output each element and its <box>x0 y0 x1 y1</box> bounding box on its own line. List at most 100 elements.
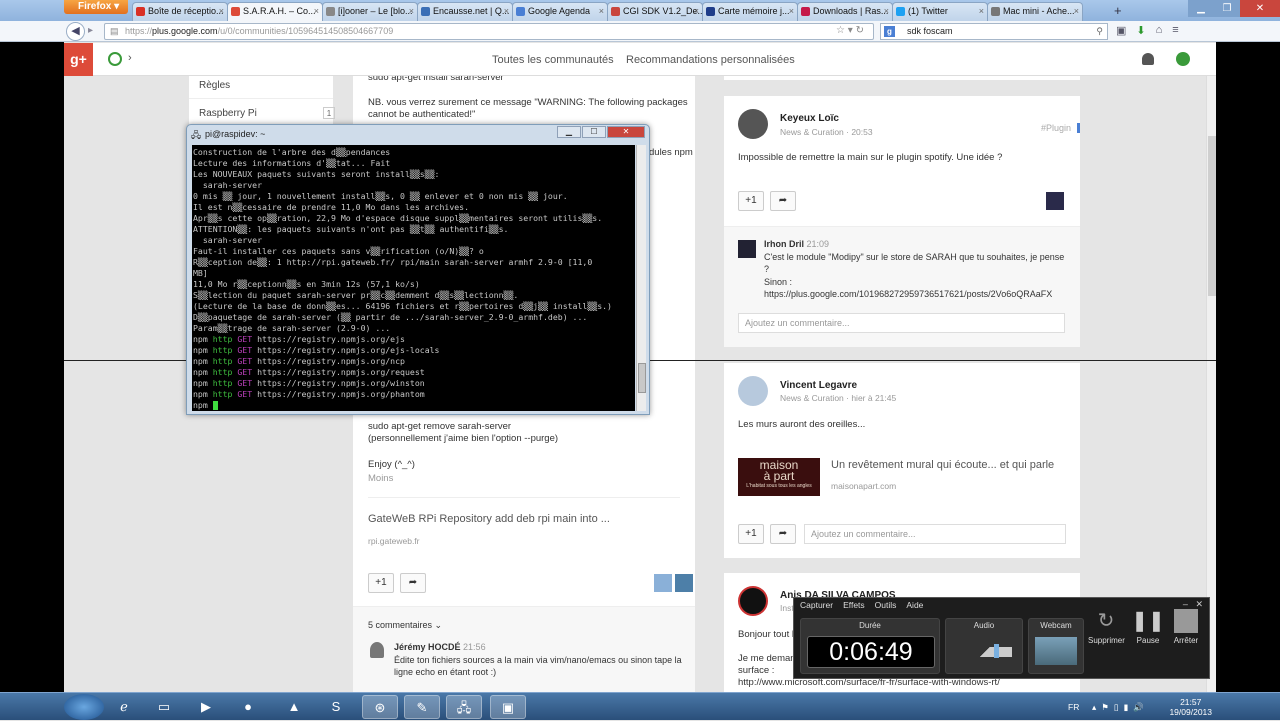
reply-author[interactable]: Irhon Dril 21:09 <box>764 238 829 251</box>
avatar[interactable] <box>738 586 768 616</box>
tab-all-communities[interactable]: Toutes les communautés <box>492 54 614 66</box>
tab-close-icon[interactable]: × <box>314 3 319 20</box>
pause-button[interactable]: ❚❚ Pause <box>1130 606 1166 645</box>
skype-icon[interactable]: S <box>318 695 354 719</box>
home-icon[interactable]: ⌂ <box>1156 24 1163 37</box>
terminal-output[interactable]: Construction de l'arbre des d▒▒pendances… <box>192 145 635 411</box>
tab-4[interactable]: Google Agenda × <box>512 2 608 21</box>
post-author[interactable]: Keyeux Loïc <box>780 113 839 124</box>
delete-button[interactable]: ↻ Supprimer <box>1088 606 1125 645</box>
link-domain[interactable]: maisonapart.com <box>831 481 896 491</box>
tab-close-icon[interactable]: × <box>504 3 509 20</box>
plus-one-button[interactable]: +1 <box>738 191 764 211</box>
link-thumbnail[interactable]: maison à part L'habitat sous tous les an… <box>738 458 820 496</box>
restore-icon[interactable]: ❐ <box>1214 0 1240 17</box>
reload-icon[interactable]: ↻ <box>856 25 864 36</box>
scrollbar-thumb[interactable] <box>638 363 646 393</box>
post-author[interactable]: Vincent Legavre <box>780 380 857 391</box>
recorder-menu-item[interactable]: Outils <box>875 600 897 610</box>
clock[interactable]: 21:57 19/09/2013 <box>1169 697 1212 717</box>
tab-close-icon[interactable]: × <box>884 3 889 20</box>
tab-close-icon[interactable]: × <box>1074 3 1079 20</box>
link-title[interactable]: GateWeB RPi Repository add deb rpi main … <box>368 513 610 525</box>
tray-icons[interactable]: ▴⚑▯▮🔊 <box>1092 702 1149 713</box>
firefox-menu-button[interactable]: Firefox ▾ <box>64 0 128 14</box>
recorder-menu-item[interactable]: Aide <box>906 600 923 610</box>
gplus-logo[interactable]: g+ <box>64 43 93 76</box>
comment-input[interactable]: Ajoutez un commentaire... <box>738 313 1065 333</box>
close-icon[interactable]: ✕ <box>1240 0 1280 17</box>
webcam-preview[interactable] <box>1035 637 1077 665</box>
tab-2[interactable]: [i]ooner – Le [blo... × <box>322 2 418 21</box>
scrollbar-thumb[interactable] <box>1208 136 1216 296</box>
minimize-icon[interactable]: ▁ <box>1188 0 1214 17</box>
avatar[interactable] <box>1046 192 1064 210</box>
new-tab-button[interactable]: + <box>1114 2 1128 19</box>
tab-close-icon[interactable]: × <box>694 3 699 20</box>
recorder-menu-item[interactable]: Effets <box>843 600 865 610</box>
url-bar[interactable]: ▤ https://plus.google.com/u/0/communitie… <box>104 23 874 40</box>
tab-close-icon[interactable]: × <box>219 3 224 20</box>
forward-button[interactable]: ▸ <box>88 25 93 36</box>
comments-toggle[interactable]: 5 commentaires ⌄ <box>368 619 442 631</box>
tab-7[interactable]: Downloads | Ras... × <box>797 2 893 21</box>
tool-icon[interactable]: ✎ <box>404 695 440 719</box>
star-icon[interactable]: ☆ <box>836 25 845 36</box>
tab-3[interactable]: Encausse.net | Q... × <box>417 2 513 21</box>
avatar[interactable] <box>675 574 693 592</box>
share-icon[interactable]: ➦ <box>770 191 796 211</box>
plus-one-button[interactable]: +1 <box>368 573 394 593</box>
putty-taskbar-icon[interactable]: 🖧 <box>446 695 482 719</box>
maximize-icon[interactable]: ☐ <box>582 126 606 138</box>
link-title[interactable]: Un revêtement mural qui écoute... et qui… <box>831 459 1054 472</box>
share-icon[interactable]: ➦ <box>770 524 796 544</box>
tab-close-icon[interactable]: × <box>789 3 794 20</box>
ie-icon[interactable]: ℯ <box>106 695 142 719</box>
avatar[interactable] <box>1176 52 1190 66</box>
firefox-icon[interactable]: ● <box>230 695 266 719</box>
tab-close-icon[interactable]: × <box>979 3 984 20</box>
avatar[interactable] <box>654 574 672 592</box>
globe-icon[interactable] <box>108 52 122 66</box>
tab-close-icon[interactable]: × <box>409 3 414 20</box>
chevron-right-icon[interactable]: › <box>128 52 132 64</box>
vpn-icon[interactable]: ⊛ <box>362 695 398 719</box>
dropdown-icon[interactable]: ▾ <box>848 25 853 36</box>
tag-badge[interactable]: #Plugin <box>1041 123 1080 133</box>
tab-5[interactable]: CGI SDK V1.2_De... × <box>607 2 703 21</box>
tab-recommendations[interactable]: Recommandations personnalisées <box>626 54 795 66</box>
vlc-icon[interactable]: ▲ <box>276 695 312 719</box>
volume-handle[interactable] <box>994 644 999 658</box>
tab-8[interactable]: (1) Twitter × <box>892 2 988 21</box>
comment-author[interactable]: Jérémy HOCDÉ 21:56 <box>394 641 486 653</box>
download-icon[interactable]: ⬇ <box>1136 24 1145 37</box>
sidebar-item-rules[interactable]: Règles <box>199 80 230 91</box>
bell-icon[interactable] <box>1142 53 1154 65</box>
share-icon[interactable]: ➦ <box>400 573 426 593</box>
tab-1[interactable]: S.A.R.A.H. – Co... × <box>227 2 323 21</box>
stop-button[interactable]: Arrêter <box>1168 606 1204 645</box>
tab-0[interactable]: Boîte de réceptio... × <box>132 2 228 21</box>
reply-link[interactable]: https://plus.google.com/1019682729597365… <box>764 288 1052 301</box>
media-player-icon[interactable]: ▶ <box>188 695 224 719</box>
avatar[interactable] <box>738 376 768 406</box>
close-icon[interactable]: ✕ <box>607 126 645 138</box>
menu-icon[interactable]: ≡ <box>1172 24 1178 37</box>
plus-one-button[interactable]: +1 <box>738 524 764 544</box>
tab-6[interactable]: Carte mémoire j... × <box>702 2 798 21</box>
tab-9[interactable]: Mac mini - Ache... × <box>987 2 1083 21</box>
volume-slider[interactable] <box>958 647 1012 657</box>
terminal-window[interactable]: 🖧 pi@raspidev: ~ ▁ ☐ ✕ Construction de l… <box>186 124 650 415</box>
magnifier-icon[interactable]: ⚲ <box>1096 24 1103 39</box>
back-button[interactable]: ◀ <box>66 22 85 41</box>
explorer-icon[interactable]: ▭ <box>146 695 182 719</box>
less-link[interactable]: Moins <box>368 473 393 485</box>
sidebar-item-raspberry-pi[interactable]: Raspberry Pi 1 <box>199 107 335 119</box>
app-icon[interactable]: ▣ <box>490 695 526 719</box>
terminal-scrollbar[interactable] <box>636 145 646 411</box>
recorder-menu-item[interactable]: Capturer <box>800 600 833 610</box>
tab-close-icon[interactable]: × <box>599 3 604 20</box>
comment-input[interactable]: Ajoutez un commentaire... <box>804 524 1066 544</box>
search-input[interactable]: g sdk foscam ⚲ <box>880 23 1108 40</box>
link-domain[interactable]: rpi.gateweb.fr <box>368 535 420 547</box>
